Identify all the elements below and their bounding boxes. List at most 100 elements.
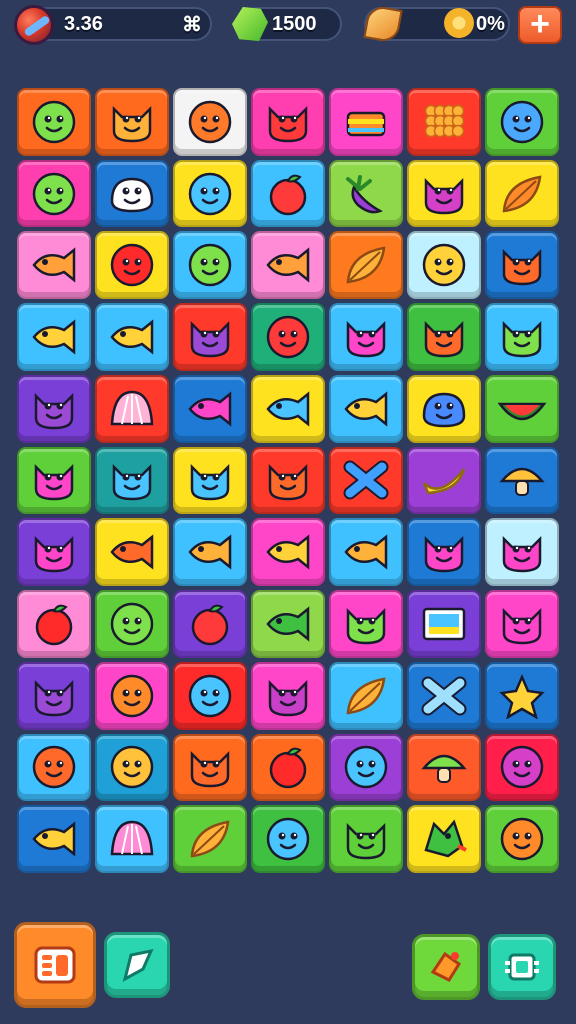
board-tile[interactable] (485, 590, 559, 658)
board-tile[interactable] (485, 231, 559, 300)
board-tile[interactable] (407, 159, 481, 228)
board-tile[interactable] (95, 374, 169, 443)
cat-icon (262, 673, 314, 719)
board-tile[interactable] (173, 805, 247, 873)
board-tile[interactable] (407, 231, 481, 300)
board-tile[interactable] (329, 231, 403, 300)
cat-icon (418, 529, 470, 575)
cat-icon (262, 99, 314, 145)
board-tile[interactable] (17, 733, 91, 802)
board-tile[interactable] (407, 88, 481, 156)
board-tile[interactable] (329, 159, 403, 228)
board-tile[interactable] (329, 661, 403, 730)
board-tile[interactable] (251, 661, 325, 730)
hint-button[interactable] (104, 932, 170, 998)
board-tile[interactable] (251, 446, 325, 515)
board-tile[interactable] (173, 661, 247, 730)
board-tile[interactable] (95, 661, 169, 730)
board-tile[interactable] (329, 88, 403, 156)
board-tile[interactable] (251, 733, 325, 802)
board-tile[interactable] (95, 518, 169, 587)
board-tile[interactable] (17, 231, 91, 300)
board-tile[interactable] (485, 88, 559, 156)
board-tile[interactable] (173, 446, 247, 515)
board-tile[interactable] (251, 303, 325, 371)
face-icon (184, 171, 236, 217)
board-tile[interactable] (95, 733, 169, 802)
progress-value: 0% (476, 12, 505, 35)
board-tile[interactable] (329, 446, 403, 515)
board-tile[interactable] (251, 231, 325, 300)
board-tile[interactable] (329, 374, 403, 443)
face-icon (184, 99, 236, 145)
board-tile[interactable] (17, 159, 91, 228)
board-tile[interactable] (407, 590, 481, 658)
cat-icon (106, 99, 158, 145)
fish-icon (28, 314, 80, 360)
board-tile[interactable] (173, 590, 247, 658)
cat-icon (106, 457, 158, 503)
shuffle-button[interactable] (488, 934, 556, 1000)
board-tile[interactable] (173, 374, 247, 443)
board-tile[interactable] (17, 661, 91, 730)
boost-button[interactable] (412, 934, 480, 1000)
add-currency-button[interactable]: + (518, 6, 562, 44)
board-tile[interactable] (485, 805, 559, 873)
board-tile[interactable] (95, 231, 169, 300)
menu-button[interactable] (14, 922, 96, 1008)
board-tile[interactable] (17, 88, 91, 156)
cat-icon (184, 744, 236, 790)
board-tile[interactable] (17, 446, 91, 515)
board-tile[interactable] (407, 518, 481, 587)
board-tile[interactable] (95, 590, 169, 658)
board-tile[interactable] (95, 446, 169, 515)
board-tile[interactable] (329, 518, 403, 587)
board-tile[interactable] (17, 518, 91, 587)
board-tile[interactable] (329, 590, 403, 658)
board-tile[interactable] (173, 733, 247, 802)
board-tile[interactable] (251, 518, 325, 587)
board-tile[interactable] (485, 446, 559, 515)
board-tile[interactable] (251, 590, 325, 658)
leaf-icon (496, 171, 548, 217)
coin-icon (14, 5, 54, 45)
board-tile[interactable] (173, 159, 247, 228)
board-tile[interactable] (407, 733, 481, 802)
coins-value: 3.36 (64, 12, 103, 35)
board-tile[interactable] (251, 805, 325, 873)
board-tile[interactable] (17, 590, 91, 658)
board-tile[interactable] (329, 303, 403, 371)
board-tile[interactable] (173, 518, 247, 587)
board-tile[interactable] (95, 159, 169, 228)
board-tile[interactable] (407, 805, 481, 873)
board-tile[interactable] (173, 231, 247, 300)
board-tile[interactable] (173, 303, 247, 371)
board-tile[interactable] (17, 303, 91, 371)
board-tile[interactable] (251, 374, 325, 443)
board-tile[interactable] (485, 159, 559, 228)
cat-icon (496, 242, 548, 288)
board-tile[interactable] (485, 661, 559, 730)
board-tile[interactable] (251, 159, 325, 228)
board-tile[interactable] (173, 88, 247, 156)
board-tile[interactable] (407, 374, 481, 443)
board-tile[interactable] (95, 303, 169, 371)
face-icon (106, 744, 158, 790)
board-tile[interactable] (329, 805, 403, 873)
board-tile[interactable] (407, 303, 481, 371)
board-tile[interactable] (95, 805, 169, 873)
board-tile[interactable] (485, 733, 559, 802)
board-tile[interactable] (329, 733, 403, 802)
board-tile[interactable] (485, 303, 559, 371)
board-tile[interactable] (485, 374, 559, 443)
face-icon (496, 99, 548, 145)
board-tile[interactable] (95, 88, 169, 156)
cake-icon (340, 99, 392, 145)
board-tile[interactable] (407, 446, 481, 515)
face-icon (184, 242, 236, 288)
board-tile[interactable] (407, 661, 481, 730)
board-tile[interactable] (17, 805, 91, 873)
board-tile[interactable] (251, 88, 325, 156)
board-tile[interactable] (17, 374, 91, 443)
board-tile[interactable] (485, 518, 559, 587)
